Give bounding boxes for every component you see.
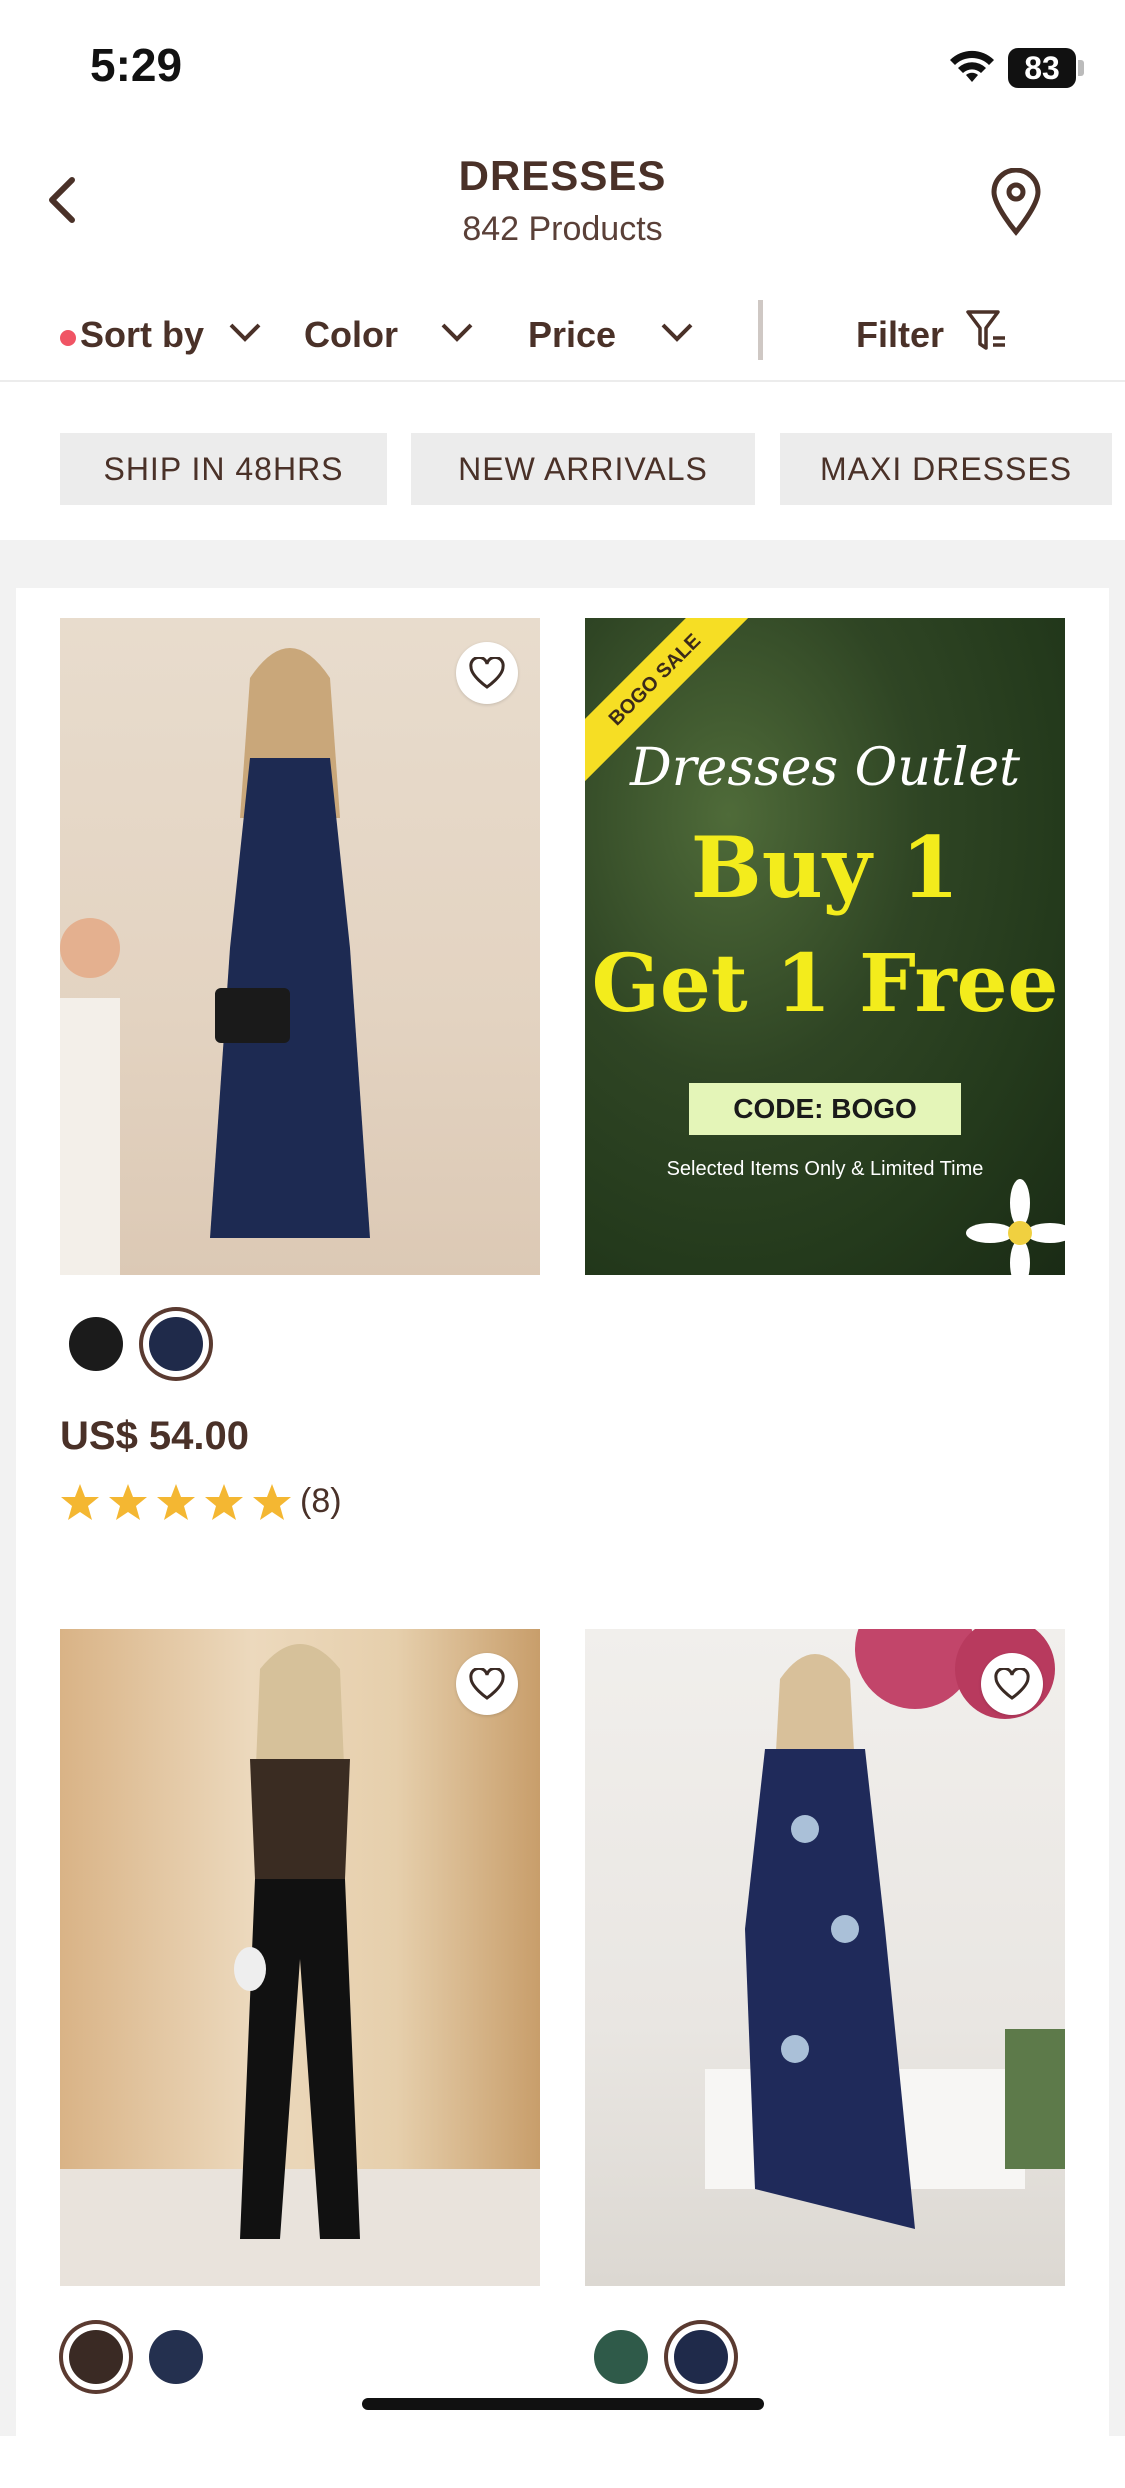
rating-stars (61, 1484, 291, 1520)
color-swatch-selected[interactable] (674, 2330, 728, 2384)
price-filter-button[interactable]: Price (528, 310, 616, 360)
home-indicator[interactable] (362, 2398, 764, 2410)
chip-maxi-dresses[interactable]: MAXI DRESSES (780, 433, 1112, 505)
color-filter-button[interactable]: Color (304, 310, 398, 360)
product-price: US$ 54.00 (60, 1414, 250, 1458)
battery-tip (1078, 60, 1084, 76)
divider (758, 300, 763, 360)
chevron-down-icon[interactable] (440, 320, 474, 344)
chevron-down-icon[interactable] (660, 320, 694, 344)
filter-icon[interactable] (965, 308, 1009, 354)
status-bar: 5:29 83 (0, 0, 1125, 130)
color-swatch[interactable] (69, 1317, 123, 1371)
status-time: 5:29 (90, 39, 183, 91)
page-title: DRESSES (458, 152, 667, 199)
product-photo (60, 648, 370, 1275)
section-spacer (0, 540, 1125, 588)
wishlist-button[interactable] (456, 1653, 518, 1715)
heart-icon (469, 657, 505, 689)
product-photo (60, 1644, 540, 2286)
promo-code: CODE: BOGO (689, 1083, 961, 1135)
banner-line1: Buy 1 (690, 818, 960, 917)
product-image[interactable] (60, 618, 540, 1275)
chevron-down-icon[interactable] (228, 320, 262, 344)
banner-line2: Get 1 Free (591, 936, 1059, 1030)
product-count: 842 Products (462, 210, 663, 248)
color-swatch-selected[interactable] (69, 2330, 123, 2384)
quick-filter-chips: SHIP IN 48HRS NEW ARRIVALS MAXI DRESSES (0, 395, 1125, 535)
battery-icon: 83 (1008, 48, 1076, 88)
color-swatch-selected[interactable] (149, 1317, 203, 1371)
filter-button[interactable]: Filter (856, 310, 944, 360)
product-image[interactable] (60, 1629, 540, 2286)
heart-icon (469, 1668, 505, 1700)
chip-new-arrivals[interactable]: NEW ARRIVALS (411, 433, 755, 505)
banner-script-title: Dresses Outlet (630, 738, 1020, 798)
color-swatch[interactable] (594, 2330, 648, 2384)
heart-icon (994, 1668, 1030, 1700)
wishlist-button[interactable] (981, 1653, 1043, 1715)
sort-filter-bar: Sort by Color Price Filter (0, 290, 1125, 382)
color-swatch[interactable] (149, 2330, 203, 2384)
sort-by-button[interactable]: Sort by (80, 310, 204, 360)
section-edge (1109, 588, 1125, 2436)
sort-indicator-dot (60, 330, 76, 346)
wishlist-button[interactable] (456, 642, 518, 704)
promo-banner[interactable]: BOGO SALE Dresses Outlet Buy 1 Get 1 Fre… (585, 618, 1065, 1275)
product-image[interactable] (585, 1629, 1065, 2286)
page-header: DRESSES 842 Products (0, 140, 1125, 270)
product-photo (705, 1629, 1065, 2229)
section-edge (0, 588, 16, 2436)
location-pin-icon[interactable] (988, 168, 1044, 236)
wifi-icon (950, 50, 994, 82)
daisy-decoration (966, 1179, 1065, 1275)
chip-ship-48hrs[interactable]: SHIP IN 48HRS (60, 433, 387, 505)
review-count: (8) (300, 1482, 342, 1520)
